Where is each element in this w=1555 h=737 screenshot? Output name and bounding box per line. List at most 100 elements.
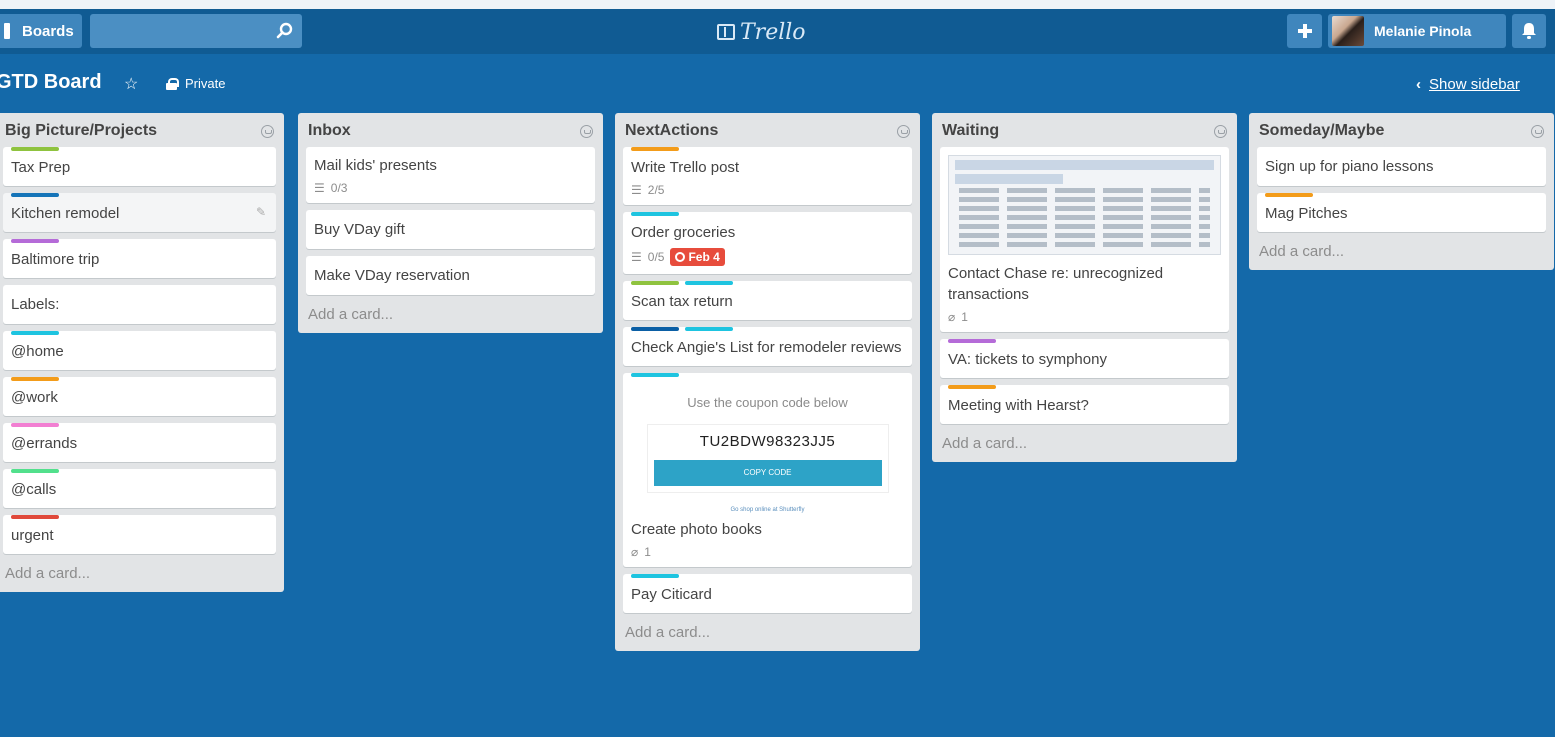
attachment-count: 1 [961,310,968,324]
card[interactable]: Scan tax return [623,281,912,320]
card-title: @errands [11,435,78,452]
list-next-actions: NextActions Write Trello post ☰ 2/5 Orde… [615,113,920,651]
label-blue [11,193,59,197]
card[interactable]: Sign up for piano lessons [1257,147,1546,186]
card[interactable]: Make VDay reservation [306,256,595,295]
card[interactable]: Labels: [3,285,276,324]
card[interactable]: Use the coupon code below TU2BDW98323JJ5… [623,373,912,567]
card-title: Contact Chase re: unrecognized transacti… [948,265,1164,303]
user-menu-button[interactable]: Melanie Pinola [1328,14,1506,48]
list-title[interactable]: Big Picture/Projects [5,122,157,140]
label-purple [948,339,996,343]
add-button[interactable] [1287,14,1322,48]
add-card-button[interactable]: Add a card... [1257,239,1546,262]
label-cyan [631,212,679,216]
checklist-icon: ☰ [631,250,642,264]
card-title: Order groceries [631,224,736,241]
card[interactable]: Order groceries ☰ 0/5 Feb 4 [623,212,912,274]
list-menu-icon[interactable] [580,124,593,138]
card-title: @home [11,343,64,360]
checklist-count: 0/5 [647,250,665,264]
search-input[interactable] [90,14,302,48]
card[interactable]: @errands [3,423,276,462]
boards-button[interactable]: Boards [0,14,82,48]
card[interactable]: @calls [3,469,276,508]
card-cover-image [948,155,1221,255]
card[interactable]: Mail kids' presents ☰ 0/3 [306,147,595,203]
card[interactable]: @work [3,377,276,416]
label-purple [11,239,59,243]
list-menu-icon[interactable] [1214,124,1227,138]
card-title: Sign up for piano lessons [1265,158,1434,175]
label-green [631,281,679,285]
label-cyan [685,327,733,331]
coupon-link: Go shop online at Shutterfly [730,507,805,513]
trello-logo[interactable]: Trello [717,19,806,45]
list-header: Waiting [940,119,1229,143]
list-menu-icon[interactable] [261,124,274,138]
card[interactable]: Pay Citicard [623,574,912,613]
card-title: Meeting with Hearst? [948,397,1089,414]
label-green [11,147,59,151]
card-title: Make VDay reservation [314,267,470,284]
card[interactable]: Contact Chase re: unrecognized transacti… [940,147,1229,332]
visibility-button[interactable]: Private [166,76,225,91]
list-title[interactable]: NextActions [625,122,718,140]
card[interactable]: Check Angie's List for remodeler reviews [623,327,912,366]
card[interactable]: Mag Pitches [1257,193,1546,232]
card-title: Scan tax return [631,293,733,310]
card[interactable]: Meeting with Hearst? [940,385,1229,424]
attachment-icon: ⌀ [948,310,956,324]
checklist-icon: ☰ [314,181,325,195]
avatar [1332,16,1364,46]
user-name: Melanie Pinola [1374,23,1472,39]
label-orange [948,385,996,389]
card-title: Kitchen remodel [11,205,120,222]
list-menu-icon[interactable] [897,124,910,138]
board-title[interactable]: GTD Board [0,71,102,94]
card[interactable]: Tax Prep [3,147,276,186]
add-card-button[interactable]: Add a card... [3,561,276,584]
add-card-button[interactable]: Add a card... [623,620,912,643]
list-header: Big Picture/Projects [3,119,276,143]
search-icon[interactable] [276,22,294,40]
copy-code-button: COPY CODE [653,460,882,486]
card[interactable]: VA: tickets to symphony [940,339,1229,378]
card-cover-image: Use the coupon code below TU2BDW98323JJ5… [631,383,904,519]
card-title: Pay Citicard [631,586,712,603]
pencil-icon[interactable]: ✎ [256,205,266,219]
list-menu-icon[interactable] [1531,124,1544,138]
board-header: GTD Board ☆ Private ‹ Show sidebar [0,68,1555,100]
list-header: Inbox [306,119,595,143]
logo-text: Trello [740,19,806,45]
label-orange [11,377,59,381]
card[interactable]: Buy VDay gift [306,210,595,249]
card[interactable]: Kitchen remodel ✎ [3,193,276,232]
show-sidebar-link[interactable]: ‹ Show sidebar [1416,76,1520,93]
notifications-button[interactable] [1512,14,1546,48]
card[interactable]: @home [3,331,276,370]
card-title: Check Angie's List for remodeler reviews [631,339,902,356]
list-title[interactable]: Someday/Maybe [1259,122,1384,140]
attachment-icon: ⌀ [631,545,639,559]
list-inbox: Inbox Mail kids' presents ☰ 0/3 Buy VDay… [298,113,603,333]
star-icon[interactable]: ☆ [124,74,138,94]
list-title[interactable]: Inbox [308,122,351,140]
card[interactable]: urgent [3,515,276,554]
card[interactable]: Baltimore trip [3,239,276,278]
label-lime [11,469,59,473]
attachment-count: 1 [644,545,651,559]
coupon-box: TU2BDW98323JJ5 COPY CODE [646,424,889,493]
list-title[interactable]: Waiting [942,122,999,140]
label-cyan [631,373,679,377]
list-big-picture-projects: Big Picture/Projects Tax Prep Kitchen re… [0,113,284,592]
window-top-strip [0,0,1555,9]
add-card-button[interactable]: Add a card... [306,302,595,325]
checklist-count: 0/3 [330,181,348,195]
list-header: Someday/Maybe [1257,119,1546,143]
boards-icon [4,23,10,39]
add-card-button[interactable]: Add a card... [940,431,1229,454]
card-title: @work [11,389,58,406]
card[interactable]: Write Trello post ☰ 2/5 [623,147,912,205]
card-title: Write Trello post [631,159,740,176]
